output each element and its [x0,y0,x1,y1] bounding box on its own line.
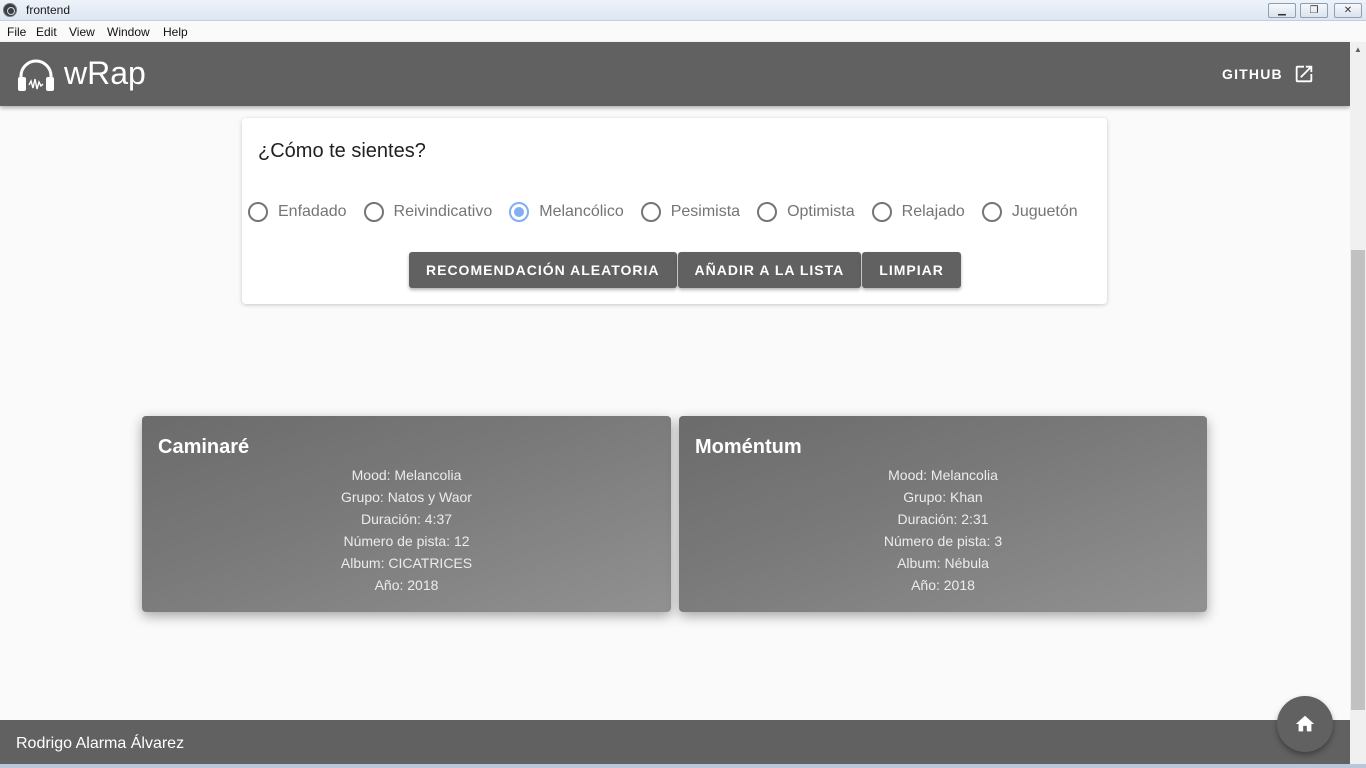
song-year: Año: 2018 [911,577,975,593]
song-details: Mood: Melancolia Grupo: Natos y Waor Dur… [142,464,671,596]
radio-checked-icon[interactable] [509,202,530,222]
action-buttons: RECOMENDACIÓN ALEATORIA AÑADIR A LA LIST… [409,252,962,288]
mood-panel: ¿Cómo te sientes? Enfadado Reivindicativ… [242,118,1107,304]
song-album: Album: CICATRICES [340,555,473,571]
scroll-up-arrow-icon[interactable]: ▲ [1350,42,1366,58]
song-title: Moméntum [695,436,802,458]
close-button[interactable]: ✕ [1334,3,1362,18]
clear-button[interactable]: LIMPIAR [862,252,961,288]
random-recommendation-button[interactable]: RECOMENDACIÓN ALEATORIA [409,252,677,288]
song-track-number: Número de pista: 12 [343,533,470,549]
radio-circle-icon[interactable] [640,202,661,222]
open-in-new-icon [1295,65,1313,83]
headphones-icon [18,59,54,91]
song-details: Mood: Melancolia Grupo: Khan Duración: 2… [679,464,1207,596]
song-year: Año: 2018 [374,577,439,593]
footer-author: Rodrigo Alarma Álvarez [16,735,185,752]
song-duration: Duración: 2:31 [897,511,989,527]
menu-bar: File Edit View Window Help [0,21,1366,42]
radio-circle-icon[interactable] [981,202,1002,222]
home-icon [1295,715,1315,732]
mood-question: ¿Cómo te sientes? [258,140,426,162]
menu-window[interactable]: Window [107,25,150,39]
radio-circle-icon[interactable] [363,202,384,222]
radio-melancolico[interactable]: Melancólico [509,202,624,222]
github-link[interactable]: GITHUB [1222,60,1315,88]
radio-label: Pesimista [670,203,741,220]
radio-circle-icon[interactable] [757,202,778,222]
song-album: Album: Nébula [897,555,989,571]
radio-label: Juguetón [1011,203,1078,220]
minimize-button[interactable]: ▁ [1268,3,1296,18]
radio-pesimista[interactable]: Pesimista [640,202,741,222]
menu-help[interactable]: Help [163,25,188,39]
menu-edit[interactable]: Edit [36,25,57,39]
radio-label: Reivindicativo [393,203,493,220]
song-duration: Duración: 4:37 [360,511,453,527]
song-track-number: Número de pista: 3 [883,533,1003,549]
window-title: frontend [26,3,71,17]
radio-enfadado[interactable]: Enfadado [248,202,347,222]
song-mood: Mood: Melancolia [351,467,462,483]
app-header: wRap GITHUB [0,42,1350,106]
song-mood: Mood: Melancolia [888,467,998,483]
radio-optimista[interactable]: Optimista [757,202,855,222]
mood-radio-group: Enfadado Reivindicativo Melancólico Pesi… [248,202,1078,222]
radio-reivindicativo[interactable]: Reivindicativo [363,202,493,222]
song-title: Caminaré [158,436,250,458]
os-taskbar [0,764,1366,768]
song-card: Moméntum Mood: Melancolia Grupo: Khan Du… [679,416,1207,612]
radio-jugueton[interactable]: Juguetón [981,202,1078,222]
menu-file[interactable]: File [7,25,26,39]
radio-relajado[interactable]: Relajado [871,202,965,222]
song-card: Caminaré Mood: Melancolia Grupo: Natos y… [142,416,671,612]
radio-label: Optimista [787,203,855,220]
scrollbar-thumb[interactable] [1351,250,1365,710]
radio-circle-icon[interactable] [248,202,268,222]
radio-label: Melancólico [539,203,624,220]
radio-label: Relajado [901,203,965,220]
restore-button[interactable]: ❐ [1300,3,1328,18]
app-footer: Rodrigo Alarma Álvarez [0,720,1350,764]
github-label: GITHUB [1222,66,1283,82]
radio-circle-icon[interactable] [871,202,892,222]
song-group: Grupo: Natos y Waor [341,489,472,505]
radio-label: Enfadado [278,203,347,220]
song-group: Grupo: Khan [903,489,983,505]
menu-view[interactable]: View [69,25,95,39]
home-fab-button[interactable] [1277,696,1333,752]
app-icon [3,3,17,17]
add-to-list-button[interactable]: AÑADIR A LA LISTA [677,252,862,288]
window-titlebar: frontend ▁ ❐ ✕ [0,0,1366,21]
brand-name: wRap [64,55,146,91]
